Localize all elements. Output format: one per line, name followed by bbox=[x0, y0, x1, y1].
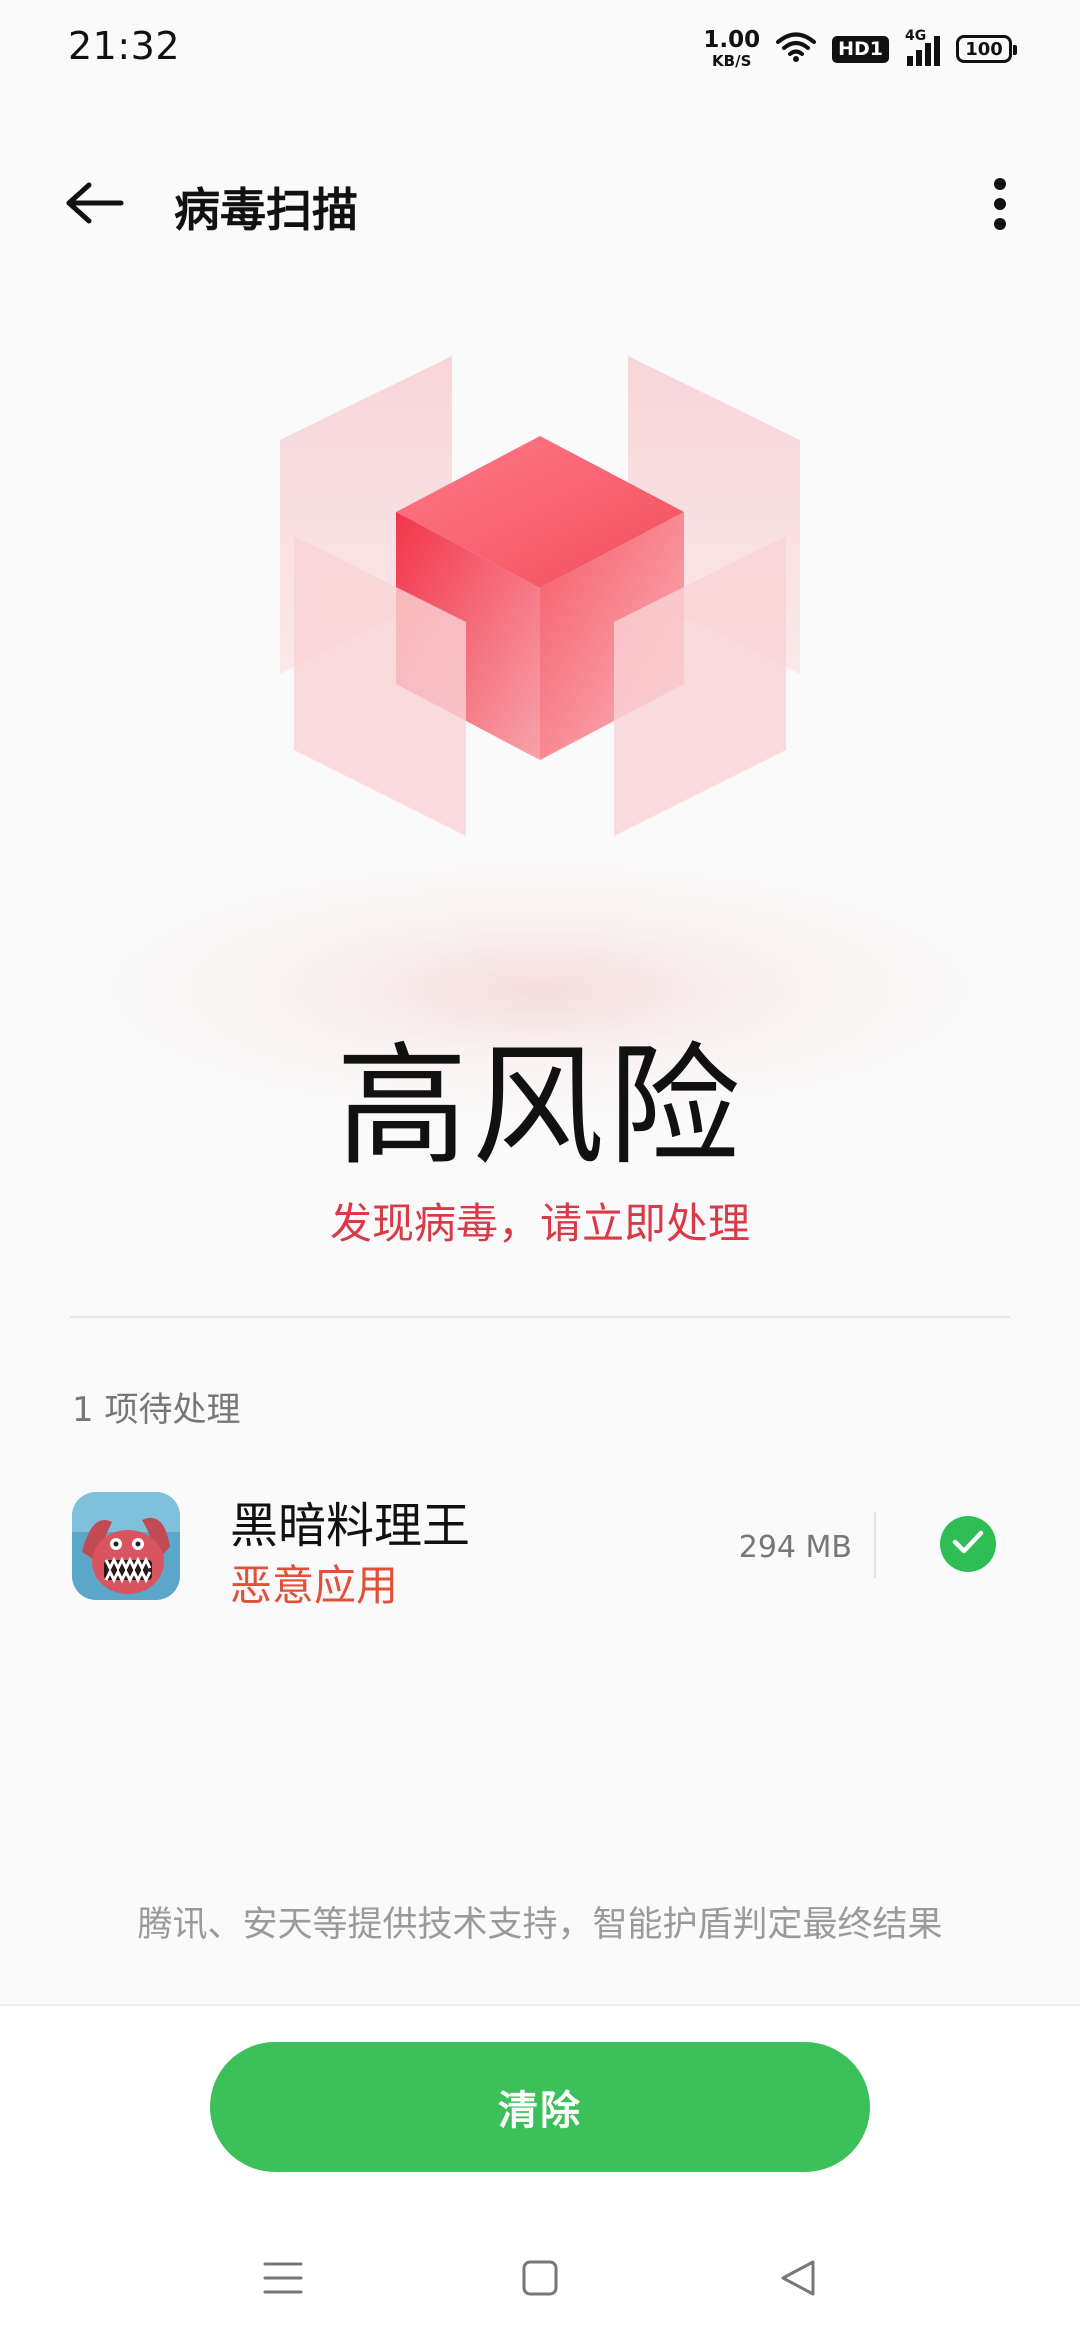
back-button[interactable] bbox=[50, 172, 140, 238]
network-type-label: 4G bbox=[905, 28, 927, 44]
network-speed-value: 1.00 bbox=[703, 27, 761, 53]
select-checkbox[interactable] bbox=[940, 1516, 996, 1572]
row-divider bbox=[874, 1512, 876, 1578]
section-divider bbox=[70, 1316, 1010, 1318]
risk-message: 发现病毒，请立即处理 bbox=[329, 1199, 750, 1248]
app-icon bbox=[72, 1492, 180, 1600]
nav-menu-button[interactable] bbox=[248, 2250, 318, 2310]
battery-level: 100 bbox=[965, 38, 1003, 60]
check-icon bbox=[952, 1529, 984, 1559]
network-speed-unit: KB/S bbox=[712, 52, 752, 70]
app-name: 黑暗料理王 bbox=[230, 1498, 471, 1554]
tech-support-note: 腾讯、安天等提供技术支持，智能护盾判定最终结果 bbox=[137, 1905, 943, 1945]
nav-home-button[interactable] bbox=[505, 2250, 575, 2310]
arrow-left-icon bbox=[65, 181, 125, 229]
home-square-icon bbox=[521, 2259, 559, 2301]
hd-badge: HD1 bbox=[832, 35, 889, 63]
status-icons: 1.00 KB/S HD1 4G 100 bbox=[703, 24, 1017, 74]
system-nav-bar bbox=[0, 2220, 1080, 2330]
clear-button[interactable]: 清除 bbox=[210, 2042, 870, 2172]
virus-scan-screen: 21:32 1.00 KB/S HD1 4G 100 病毒扫描 高风险 发现病毒… bbox=[0, 0, 1080, 2340]
menu-icon bbox=[263, 2260, 303, 2300]
network-speed: 1.00 KB/S bbox=[703, 29, 760, 69]
app-threat-status: 恶意应用 bbox=[230, 1561, 399, 1610]
app-bar: 病毒扫描 bbox=[0, 150, 1080, 260]
page-title: 病毒扫描 bbox=[174, 183, 358, 237]
battery-icon: 100 bbox=[956, 35, 1017, 63]
status-bar: 21:32 1.00 KB/S HD1 4G 100 bbox=[0, 0, 1080, 96]
list-item[interactable]: 黑暗料理王 恶意应用 294 MB bbox=[0, 1480, 1080, 1620]
more-options-button[interactable] bbox=[960, 166, 1040, 246]
wifi-icon bbox=[776, 31, 817, 67]
pending-count-label: 1 项待处理 bbox=[72, 1390, 241, 1430]
signal-icon: 4G bbox=[905, 28, 940, 66]
back-triangle-icon bbox=[779, 2258, 817, 2302]
risk-level-title: 高风险 bbox=[336, 1030, 744, 1184]
nav-back-button[interactable] bbox=[763, 2250, 833, 2310]
more-vertical-icon bbox=[992, 177, 1008, 235]
app-size: 294 MB bbox=[738, 1530, 852, 1565]
status-time: 21:32 bbox=[68, 24, 181, 68]
risk-cube-illustration bbox=[260, 340, 820, 860]
